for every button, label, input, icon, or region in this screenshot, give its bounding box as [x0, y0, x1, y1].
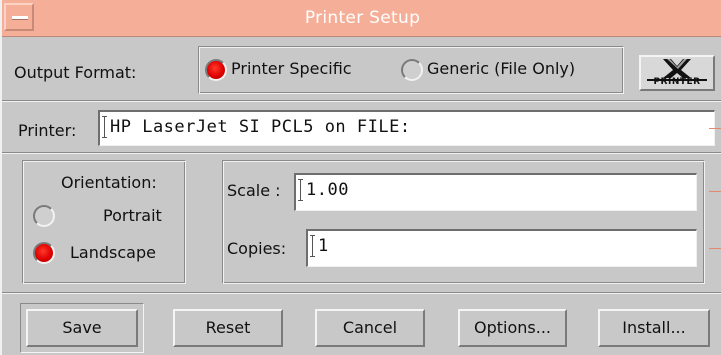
printer-setup-dialog: Printer Setup Output Format: Printer Spe… — [0, 0, 721, 355]
options-button[interactable]: Options... — [458, 309, 567, 347]
radio-portrait-indicator[interactable] — [33, 205, 55, 227]
save-button[interactable]: Save — [26, 309, 138, 347]
field-edge-mark — [709, 248, 721, 249]
text-cursor-icon — [102, 116, 108, 138]
separator — [2, 100, 721, 102]
radio-generic-indicator[interactable] — [401, 59, 423, 81]
copies-label: Copies: — [227, 239, 287, 258]
orientation-group: Orientation: Portrait Landscape — [22, 160, 186, 284]
printer-input[interactable]: HP LaserJet SI PCL5 on FILE: — [98, 110, 715, 146]
separator — [2, 152, 721, 154]
cancel-button[interactable]: Cancel — [315, 309, 425, 347]
radio-landscape-indicator[interactable] — [33, 242, 55, 264]
radio-generic-label[interactable]: Generic (File Only) — [427, 59, 575, 78]
radio-portrait[interactable]: Portrait — [33, 205, 183, 231]
reset-button[interactable]: Reset — [173, 309, 283, 347]
install-button[interactable]: Install... — [598, 309, 710, 347]
scale-input[interactable]: 1.00 — [294, 173, 697, 211]
radio-printer-specific-indicator[interactable] — [205, 59, 227, 81]
field-edge-mark — [709, 191, 721, 192]
radio-landscape[interactable]: Landscape — [33, 242, 183, 268]
copies-input[interactable]: 1 — [306, 229, 697, 267]
output-format-radio-group: Printer Specific Generic (File Only) — [198, 46, 624, 94]
scale-label: Scale : — [227, 181, 281, 200]
radio-landscape-label[interactable]: Landscape — [70, 243, 156, 262]
orientation-label: Orientation: — [61, 173, 157, 192]
window-title: Printer Setup — [304, 8, 421, 28]
printer-label: Printer: — [18, 121, 77, 140]
logo-text: PRINTER — [653, 77, 701, 87]
text-cursor-icon — [298, 179, 304, 201]
radio-portrait-label[interactable]: Portrait — [103, 206, 162, 225]
radio-printer-specific-label[interactable]: Printer Specific — [231, 59, 352, 78]
field-edge-mark — [709, 128, 721, 129]
separator — [2, 292, 721, 294]
text-cursor-icon — [310, 235, 316, 257]
output-format-label: Output Format: — [14, 63, 137, 82]
copies-input-value: 1 — [318, 236, 329, 256]
title-bar[interactable]: Printer Setup — [2, 0, 721, 37]
x-printer-logo-button[interactable]: PRINTER — [639, 55, 715, 91]
printer-input-value: HP LaserJet SI PCL5 on FILE: — [110, 117, 411, 137]
scale-input-value: 1.00 — [306, 180, 349, 200]
